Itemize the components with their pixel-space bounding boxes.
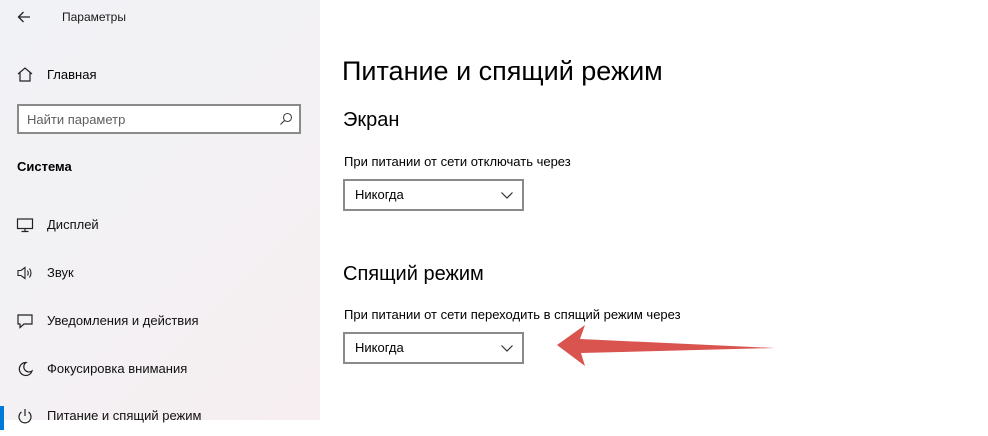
speaker-icon — [17, 266, 32, 280]
notifications-icon — [17, 314, 33, 329]
sidebar-item-display[interactable]: Дисплей — [0, 205, 320, 245]
app-title: Параметры — [62, 10, 126, 24]
sidebar: Параметры Главная Система Дисплей Звук — [0, 0, 320, 430]
sidebar-item-focus-assist[interactable]: Фокусировка внимания — [0, 349, 320, 389]
screen-off-value: Никогда — [355, 187, 404, 202]
sidebar-item-label: Фокусировка внимания — [47, 361, 188, 376]
page-title: Питание и спящий режим — [342, 56, 663, 86]
screen-group-title: Экран — [343, 109, 400, 131]
power-icon — [18, 409, 32, 424]
chevron-down-icon — [501, 345, 513, 352]
back-button[interactable] — [8, 2, 40, 32]
sidebar-item-label: Главная — [47, 66, 97, 82]
sidebar-item-power-sleep[interactable]: Питание и спящий режим — [0, 396, 320, 436]
moon-icon — [18, 361, 34, 377]
chevron-down-icon — [501, 192, 513, 199]
search-icon[interactable] — [279, 112, 293, 126]
sidebar-item-sound[interactable]: Звук — [0, 253, 320, 293]
sidebar-item-label: Питание и спящий режим — [47, 408, 202, 423]
sleep-label: При питании от сети переходить в спящий … — [344, 307, 681, 322]
screen-off-label: При питании от сети отключать через — [344, 154, 571, 169]
sidebar-item-home[interactable]: Главная — [0, 58, 320, 90]
monitor-icon — [16, 218, 34, 233]
sidebar-item-label: Дисплей — [47, 217, 99, 232]
annotation-arrow — [557, 325, 775, 366]
search-input[interactable] — [27, 109, 267, 129]
annotation-arrow-shape — [557, 325, 775, 366]
sidebar-item-label: Уведомления и действия — [47, 313, 199, 328]
screen-off-dropdown[interactable]: Никогда — [343, 179, 524, 211]
sidebar-item-label: Звук — [47, 265, 74, 280]
search-field[interactable] — [17, 104, 301, 134]
arrow-left-icon — [17, 11, 30, 23]
sleep-group-title: Спящий режим — [343, 263, 484, 285]
section-title: Система — [17, 159, 72, 174]
sleep-value: Никогда — [355, 340, 404, 355]
home-icon — [17, 67, 33, 82]
sidebar-item-notifications[interactable]: Уведомления и действия — [0, 301, 320, 341]
sleep-dropdown[interactable]: Никогда — [343, 332, 524, 364]
